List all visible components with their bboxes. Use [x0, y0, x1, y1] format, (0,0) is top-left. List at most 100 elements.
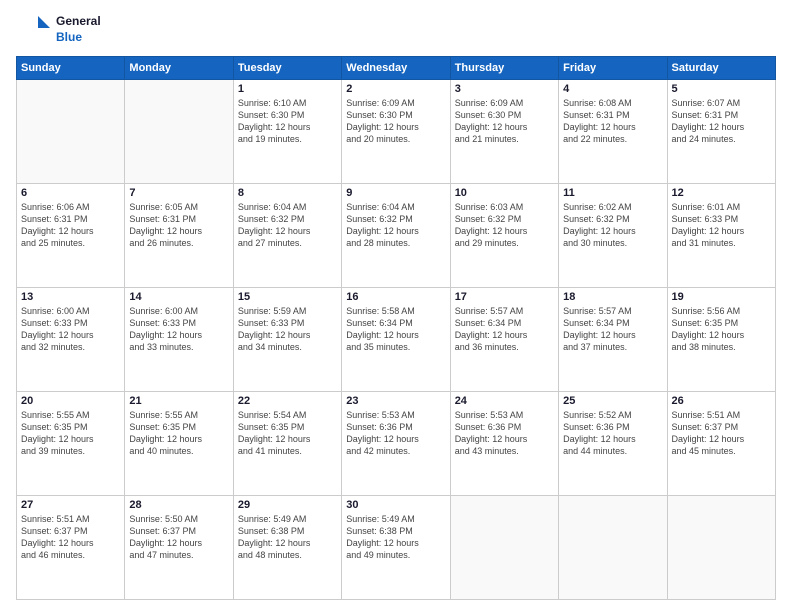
- day-number: 11: [563, 187, 662, 199]
- calendar-cell: 11 Sunrise: 6:02 AM Sunset: 6:32 PM Dayli…: [559, 184, 667, 288]
- day-number: 22: [238, 395, 337, 407]
- day-number: 15: [238, 291, 337, 303]
- day-number: 3: [455, 83, 554, 95]
- calendar-cell: 1Sunrise: 6:10 AM Sunset: 6:30 PM Daylig…: [233, 80, 341, 184]
- day-info: Sunrise: 6:05 AM Sunset: 6:31 PM Dayligh…: [129, 201, 228, 250]
- weekday-header-wednesday: Wednesday: [342, 57, 450, 80]
- day-number: 10: [455, 187, 554, 199]
- calendar-week-3: 13 Sunrise: 6:00 AM Sunset: 6:33 PM Dayli…: [17, 288, 776, 392]
- day-info: Sunrise: 6:00 AM Sunset: 6:33 PM Dayligh…: [21, 305, 120, 354]
- calendar-cell: 6 Sunrise: 6:06 AM Sunset: 6:31 PM Daylig…: [17, 184, 125, 288]
- day-number: 18: [563, 291, 662, 303]
- day-info: Sunrise: 5:53 AM Sunset: 6:36 PM Dayligh…: [455, 409, 554, 458]
- calendar-cell: 5 Sunrise: 6:07 AM Sunset: 6:31 PM Daylig…: [667, 80, 775, 184]
- day-number: 30: [346, 499, 445, 511]
- calendar-cell: [125, 80, 233, 184]
- weekday-header-sunday: Sunday: [17, 57, 125, 80]
- calendar-cell: 17 Sunrise: 5:57 AM Sunset: 6:34 PM Dayli…: [450, 288, 558, 392]
- day-number: 14: [129, 291, 228, 303]
- calendar-cell: [17, 80, 125, 184]
- calendar-cell: 15 Sunrise: 5:59 AM Sunset: 6:33 PM Dayli…: [233, 288, 341, 392]
- logo: GeneralBlue: [16, 12, 101, 48]
- logo-general: General: [56, 14, 101, 30]
- day-number: 6: [21, 187, 120, 199]
- calendar-cell: 14Sunrise: 6:00 AM Sunset: 6:33 PM Dayli…: [125, 288, 233, 392]
- calendar-cell: 8Sunrise: 6:04 AM Sunset: 6:32 PM Daylig…: [233, 184, 341, 288]
- day-info: Sunrise: 5:53 AM Sunset: 6:36 PM Dayligh…: [346, 409, 445, 458]
- day-info: Sunrise: 6:09 AM Sunset: 6:30 PM Dayligh…: [346, 97, 445, 146]
- day-info: Sunrise: 5:56 AM Sunset: 6:35 PM Dayligh…: [672, 305, 771, 354]
- day-info: Sunrise: 5:59 AM Sunset: 6:33 PM Dayligh…: [238, 305, 337, 354]
- day-number: 1: [238, 83, 337, 95]
- calendar-cell: 13 Sunrise: 6:00 AM Sunset: 6:33 PM Dayli…: [17, 288, 125, 392]
- day-number: 28: [129, 499, 228, 511]
- calendar-cell: [667, 496, 775, 600]
- day-number: 25: [563, 395, 662, 407]
- calendar-cell: 2 Sunrise: 6:09 AM Sunset: 6:30 PM Daylig…: [342, 80, 450, 184]
- day-number: 13: [21, 291, 120, 303]
- day-info: Sunrise: 6:02 AM Sunset: 6:32 PM Dayligh…: [563, 201, 662, 250]
- day-number: 9: [346, 187, 445, 199]
- calendar-cell: 28 Sunrise: 5:50 AM Sunset: 6:37 PM Dayli…: [125, 496, 233, 600]
- calendar-cell: 10 Sunrise: 6:03 AM Sunset: 6:32 PM Dayli…: [450, 184, 558, 288]
- day-info: Sunrise: 6:04 AM Sunset: 6:32 PM Dayligh…: [346, 201, 445, 250]
- day-info: Sunrise: 5:49 AM Sunset: 6:38 PM Dayligh…: [346, 513, 445, 562]
- calendar-cell: 26 Sunrise: 5:51 AM Sunset: 6:37 PM Dayli…: [667, 392, 775, 496]
- day-info: Sunrise: 6:03 AM Sunset: 6:32 PM Dayligh…: [455, 201, 554, 250]
- day-number: 4: [563, 83, 662, 95]
- calendar-cell: 3 Sunrise: 6:09 AM Sunset: 6:30 PM Daylig…: [450, 80, 558, 184]
- calendar-cell: 9 Sunrise: 6:04 AM Sunset: 6:32 PM Daylig…: [342, 184, 450, 288]
- calendar-cell: 22 Sunrise: 5:54 AM Sunset: 6:35 PM Dayli…: [233, 392, 341, 496]
- day-number: 17: [455, 291, 554, 303]
- day-number: 29: [238, 499, 337, 511]
- day-number: 23: [346, 395, 445, 407]
- calendar-cell: 18Sunrise: 5:57 AM Sunset: 6:34 PM Dayli…: [559, 288, 667, 392]
- calendar-cell: 24Sunrise: 5:53 AM Sunset: 6:36 PM Dayli…: [450, 392, 558, 496]
- day-number: 2: [346, 83, 445, 95]
- calendar-cell: 4 Sunrise: 6:08 AM Sunset: 6:31 PM Daylig…: [559, 80, 667, 184]
- day-number: 27: [21, 499, 120, 511]
- calendar-cell: 27 Sunrise: 5:51 AM Sunset: 6:37 PM Dayli…: [17, 496, 125, 600]
- calendar-week-2: 6 Sunrise: 6:06 AM Sunset: 6:31 PM Daylig…: [17, 184, 776, 288]
- calendar-week-4: 20Sunrise: 5:55 AM Sunset: 6:35 PM Dayli…: [17, 392, 776, 496]
- day-info: Sunrise: 5:51 AM Sunset: 6:37 PM Dayligh…: [21, 513, 120, 562]
- calendar-cell: 29 Sunrise: 5:49 AM Sunset: 6:38 PM Dayli…: [233, 496, 341, 600]
- calendar-cell: [450, 496, 558, 600]
- calendar-cell: 23 Sunrise: 5:53 AM Sunset: 6:36 PM Dayli…: [342, 392, 450, 496]
- day-info: Sunrise: 6:08 AM Sunset: 6:31 PM Dayligh…: [563, 97, 662, 146]
- day-info: Sunrise: 5:57 AM Sunset: 6:34 PM Dayligh…: [455, 305, 554, 354]
- day-info: Sunrise: 5:51 AM Sunset: 6:37 PM Dayligh…: [672, 409, 771, 458]
- calendar-cell: 7Sunrise: 6:05 AM Sunset: 6:31 PM Daylig…: [125, 184, 233, 288]
- day-info: Sunrise: 5:58 AM Sunset: 6:34 PM Dayligh…: [346, 305, 445, 354]
- calendar-cell: 16 Sunrise: 5:58 AM Sunset: 6:34 PM Dayli…: [342, 288, 450, 392]
- calendar-cell: 20Sunrise: 5:55 AM Sunset: 6:35 PM Dayli…: [17, 392, 125, 496]
- day-info: Sunrise: 6:06 AM Sunset: 6:31 PM Dayligh…: [21, 201, 120, 250]
- day-info: Sunrise: 5:49 AM Sunset: 6:38 PM Dayligh…: [238, 513, 337, 562]
- calendar-cell: 30 Sunrise: 5:49 AM Sunset: 6:38 PM Dayli…: [342, 496, 450, 600]
- day-info: Sunrise: 5:50 AM Sunset: 6:37 PM Dayligh…: [129, 513, 228, 562]
- weekday-header-tuesday: Tuesday: [233, 57, 341, 80]
- weekday-header-thursday: Thursday: [450, 57, 558, 80]
- day-number: 16: [346, 291, 445, 303]
- day-info: Sunrise: 6:01 AM Sunset: 6:33 PM Dayligh…: [672, 201, 771, 250]
- calendar-header-row: SundayMondayTuesdayWednesdayThursdayFrid…: [17, 57, 776, 80]
- day-number: 19: [672, 291, 771, 303]
- calendar-cell: 19 Sunrise: 5:56 AM Sunset: 6:35 PM Dayli…: [667, 288, 775, 392]
- calendar-cell: 12 Sunrise: 6:01 AM Sunset: 6:33 PM Dayli…: [667, 184, 775, 288]
- day-number: 21: [129, 395, 228, 407]
- calendar-table: SundayMondayTuesdayWednesdayThursdayFrid…: [16, 56, 776, 600]
- day-number: 26: [672, 395, 771, 407]
- day-number: 5: [672, 83, 771, 95]
- page: GeneralBlue SundayMondayTuesdayWednesday…: [0, 0, 792, 612]
- day-info: Sunrise: 6:07 AM Sunset: 6:31 PM Dayligh…: [672, 97, 771, 146]
- day-number: 8: [238, 187, 337, 199]
- day-info: Sunrise: 6:09 AM Sunset: 6:30 PM Dayligh…: [455, 97, 554, 146]
- day-info: Sunrise: 5:52 AM Sunset: 6:36 PM Dayligh…: [563, 409, 662, 458]
- day-number: 12: [672, 187, 771, 199]
- logo-svg: [16, 12, 52, 48]
- calendar-week-1: 1Sunrise: 6:10 AM Sunset: 6:30 PM Daylig…: [17, 80, 776, 184]
- calendar-week-5: 27 Sunrise: 5:51 AM Sunset: 6:37 PM Dayli…: [17, 496, 776, 600]
- day-info: Sunrise: 5:54 AM Sunset: 6:35 PM Dayligh…: [238, 409, 337, 458]
- weekday-header-friday: Friday: [559, 57, 667, 80]
- calendar-cell: 25 Sunrise: 5:52 AM Sunset: 6:36 PM Dayli…: [559, 392, 667, 496]
